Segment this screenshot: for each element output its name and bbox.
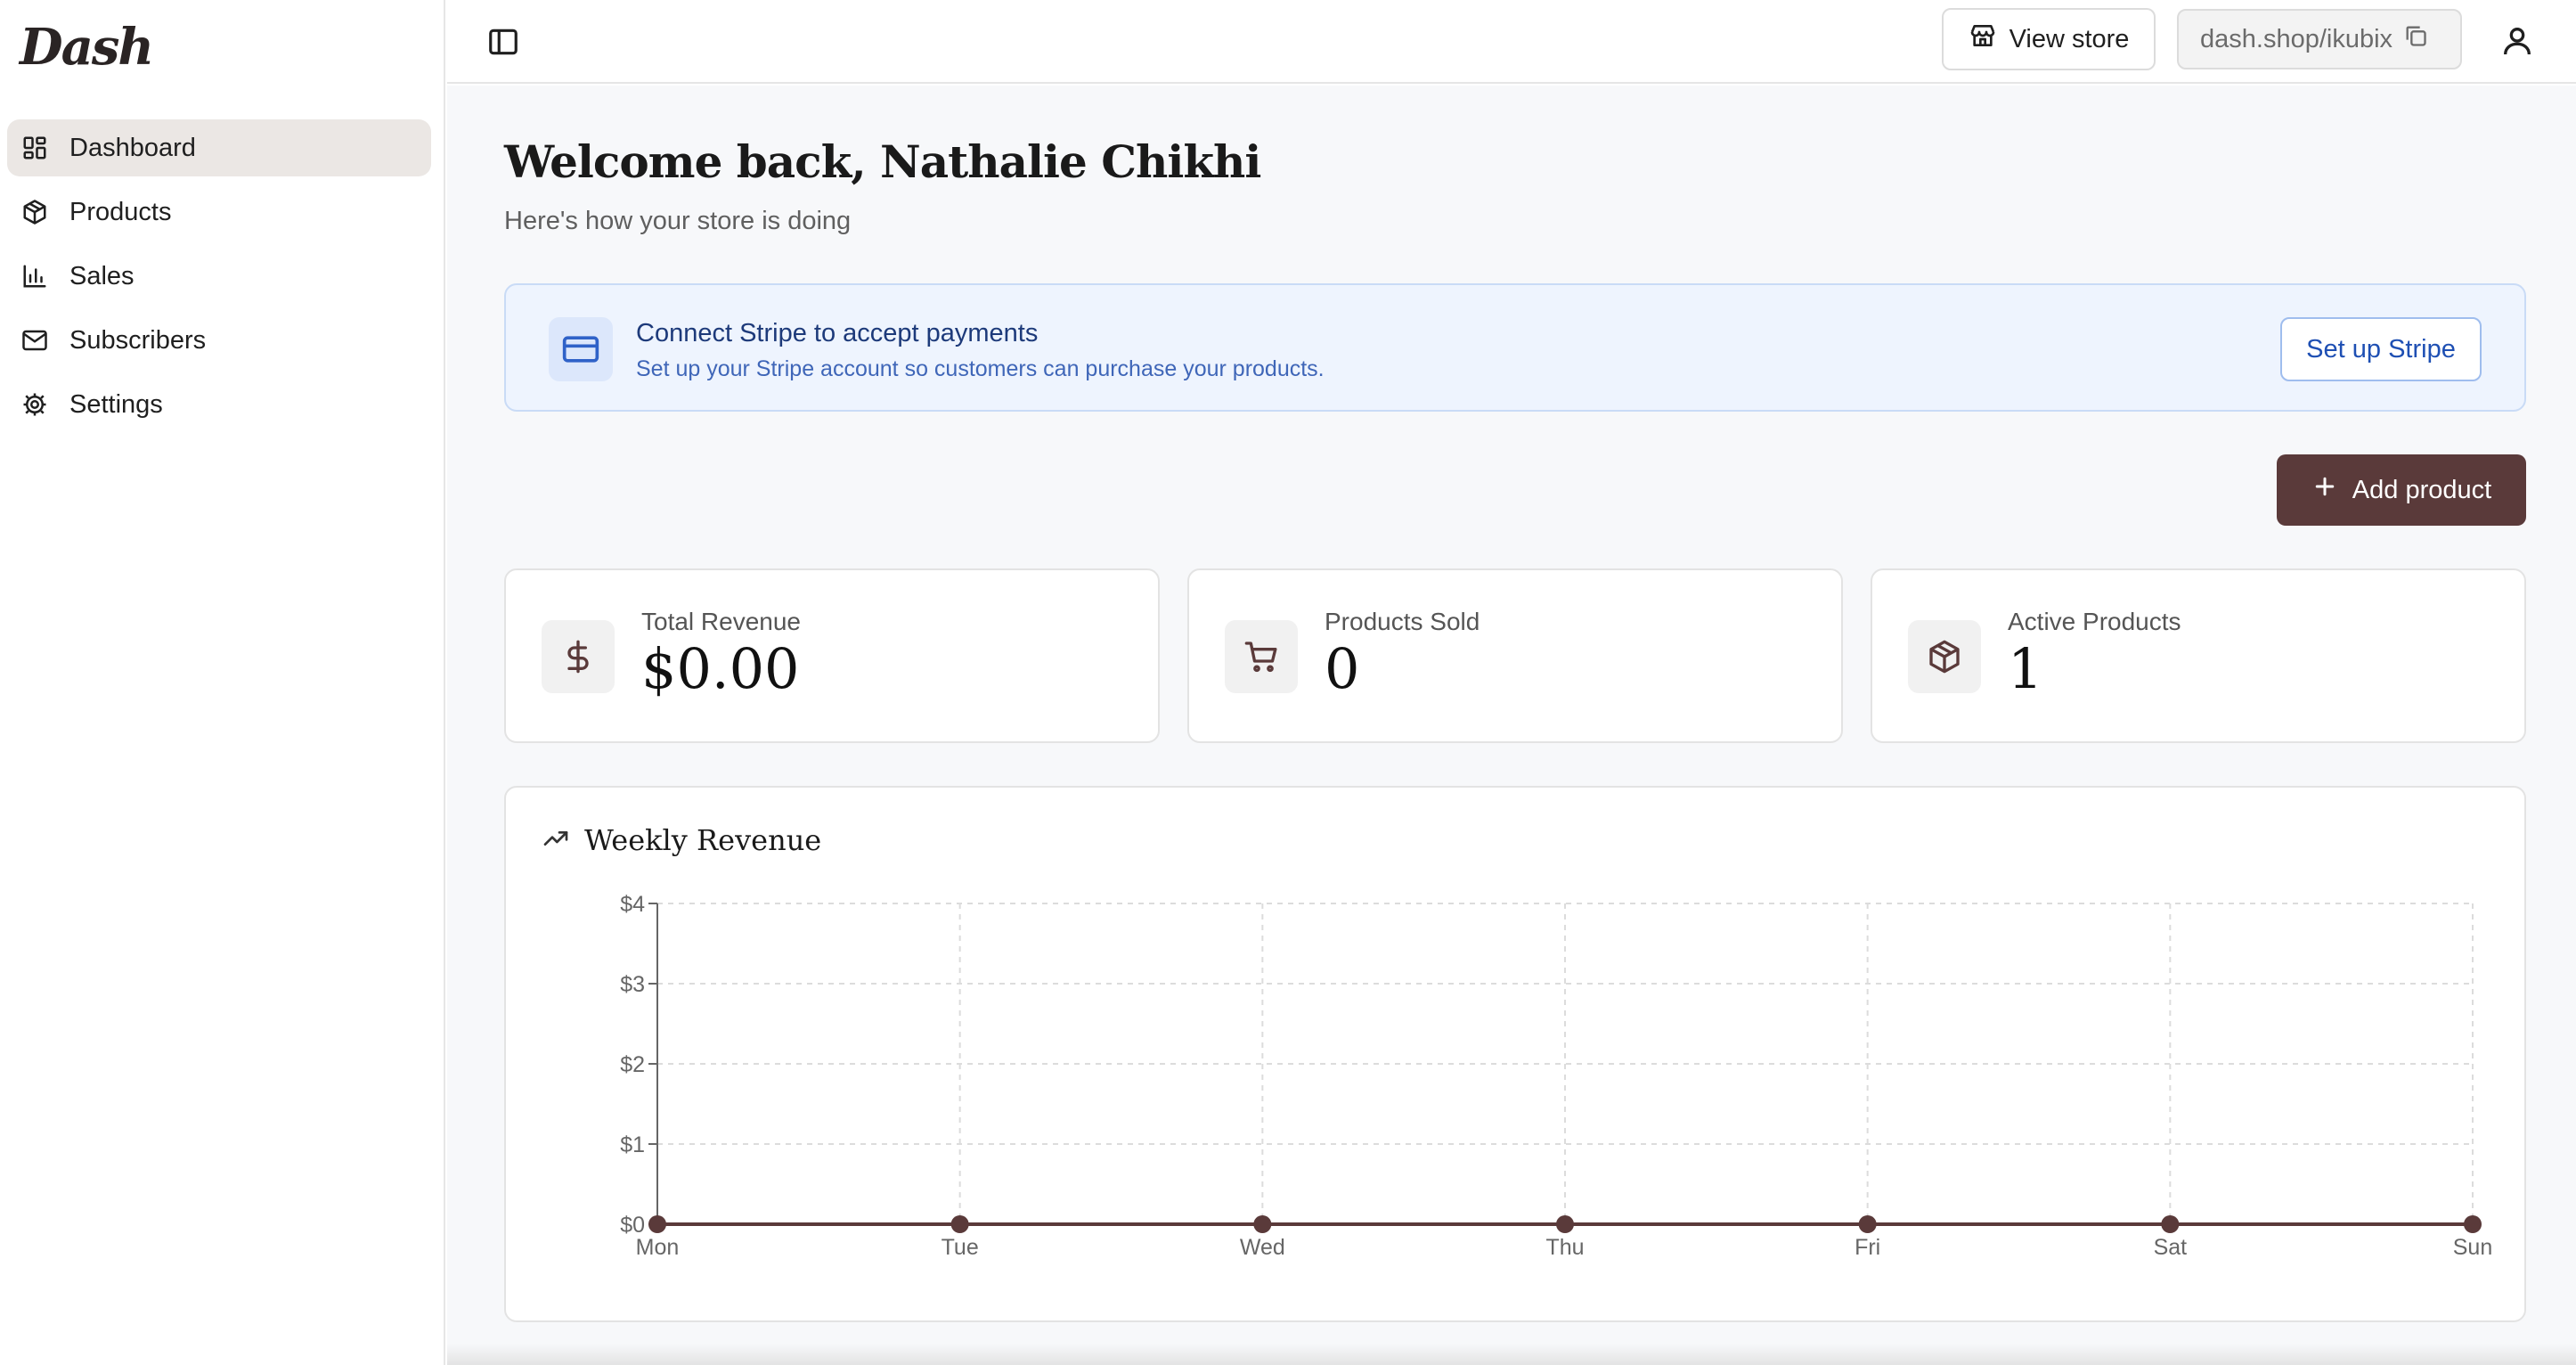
top-bar: View store dash.shop/ikubix [447,0,2576,84]
chart-y-tick-label: $1 [620,1132,645,1157]
store-url-copy[interactable]: dash.shop/ikubix [2177,9,2462,69]
dashboard-icon [21,135,48,161]
box-icon [1908,620,1981,693]
sidebar-item-label: Products [69,197,172,226]
sidebar-nav: Dashboard Products Sales Subscribers Set… [7,119,431,440]
chart-x-tick-label: Wed [1240,1235,1285,1260]
sidebar-item-label: Settings [69,389,163,419]
sidebar-item-products[interactable]: Products [7,184,431,241]
chart-y-tick-label: $3 [620,972,645,997]
chart-data-point [2161,1215,2180,1233]
dollar-icon [542,620,615,693]
bar-chart-icon [21,263,48,290]
stat-card-revenue: Total Revenue $0.00 [504,568,1160,743]
sidebar-item-dashboard[interactable]: Dashboard [7,119,431,176]
chart-y-tick-label: $0 [620,1213,645,1238]
user-icon[interactable] [2499,23,2535,59]
sidebar-item-label: Sales [69,261,135,290]
chart-data-point [2464,1215,2482,1233]
chart-x-tick-label: Sun [2453,1235,2492,1260]
stat-value: 0 [1325,636,1360,701]
chart-x-tick-label: Mon [636,1235,680,1260]
sidebar-item-label: Subscribers [69,325,207,355]
app-logo[interactable]: Dash [20,18,154,77]
stripe-description: Set up your Stripe account so customers … [636,356,1325,381]
chart-y-tick-label: $2 [620,1052,645,1077]
sidebar-item-settings[interactable]: Settings [7,376,431,433]
chart-data-point [648,1215,666,1233]
page-subtitle: Here's how your store is doing [504,207,852,235]
sidebar: Dash Dashboard Products Sales Subscriber… [0,0,445,1365]
add-product-button[interactable]: Add product [2277,454,2526,526]
chart-x-tick-label: Fri [1855,1235,1880,1260]
stat-label: Active Products [2008,608,2181,635]
stat-value: 1 [2008,636,2043,701]
chart-x-tick-label: Tue [942,1235,979,1260]
stat-label: Products Sold [1325,608,1480,635]
bottom-fade [447,1344,2576,1365]
chart-x-tick-label: Thu [1545,1235,1584,1260]
sidebar-item-sales[interactable]: Sales [7,248,431,305]
store-url-text: dash.shop/ikubix [2200,24,2393,53]
stat-card-active-products: Active Products 1 [1871,568,2526,743]
stat-card-products-sold: Products Sold 0 [1187,568,1843,743]
weekly-revenue-chart: $0 $1 $2 $3 $4 Mon Tue Wed Thu Fri Sat Sun [620,892,2492,1260]
sidebar-item-subscribers[interactable]: Subscribers [7,312,431,369]
chart-data-point [1556,1215,1574,1233]
mail-icon [21,327,48,354]
view-store-label: View store [2009,24,2130,53]
stat-label: Total Revenue [641,608,802,635]
store-icon [1969,21,1997,57]
main-content: Welcome back, Nathalie Chikhi Here's how… [447,86,2576,1365]
view-store-button[interactable]: View store [1942,8,2156,70]
stripe-banner: Connect Stripe to accept payments Set up… [504,283,2526,412]
chart-data-point [1858,1215,1877,1233]
add-product-label: Add product [2352,475,2492,504]
copy-icon[interactable] [2403,23,2428,55]
chart-x-tick-label: Sat [2154,1235,2188,1260]
credit-card-icon [549,317,613,381]
setup-stripe-button[interactable]: Set up Stripe [2280,317,2482,381]
sidebar-item-label: Dashboard [69,133,196,162]
cart-icon [1225,620,1298,693]
stat-value: $0.00 [641,636,800,701]
chart-data-point [950,1215,969,1233]
stripe-title: Connect Stripe to accept payments [636,319,1039,347]
page-title: Welcome back, Nathalie Chikhi [504,135,1261,188]
gear-icon [21,391,48,418]
box-icon [21,199,48,225]
weekly-revenue-card: Weekly Revenue $0 $1 $2 $3 $4 Mon Tue Wed Thu Fri… [504,786,2526,1322]
plus-icon [2311,473,2338,507]
chart-data-point [1253,1215,1272,1233]
sidebar-toggle-icon[interactable] [486,25,520,59]
chart-y-tick-label: $4 [620,892,645,917]
